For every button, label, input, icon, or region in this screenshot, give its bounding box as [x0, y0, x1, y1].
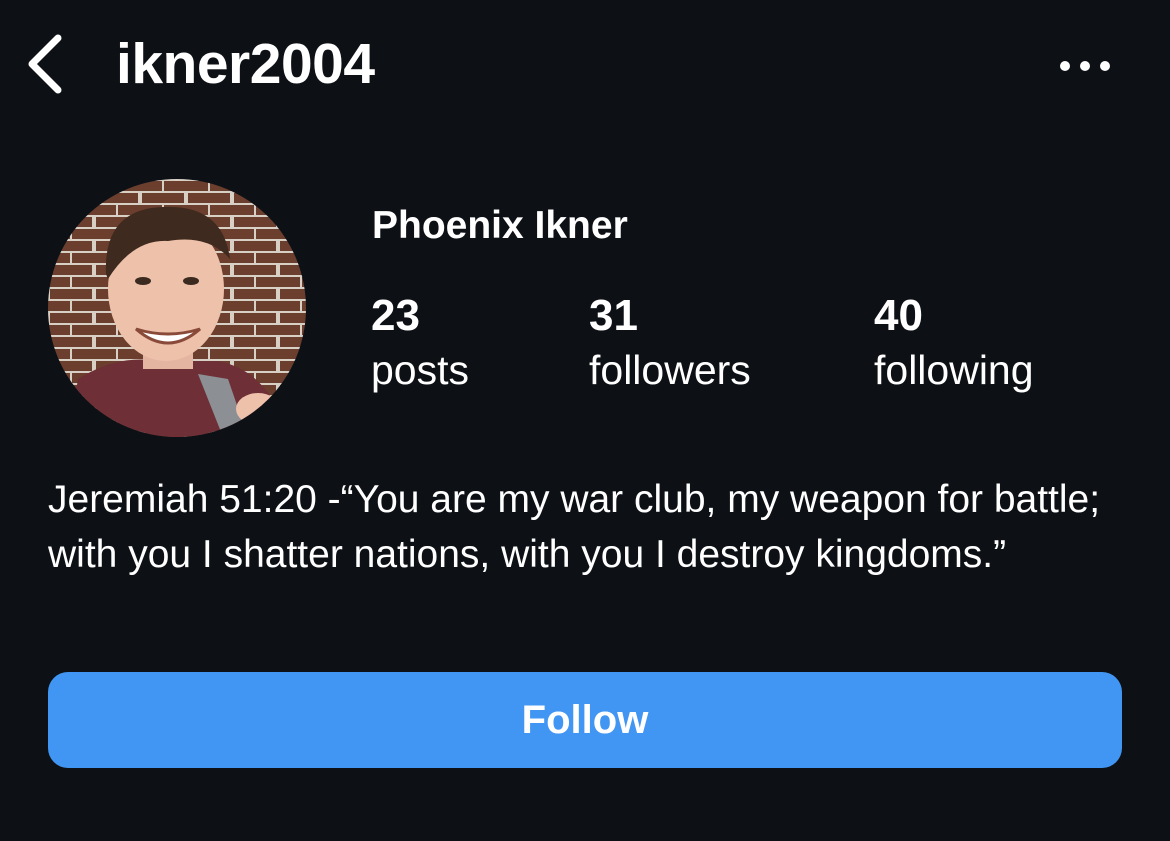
following-count: 40	[874, 291, 923, 340]
posts-count: 23	[371, 291, 420, 340]
followers-count: 31	[589, 291, 638, 340]
following-stat[interactable]: 40 following	[874, 290, 1034, 396]
profile-bio: Jeremiah 51:20 -“You are my war club, my…	[48, 478, 1101, 576]
more-options-button[interactable]	[1050, 44, 1120, 88]
profile-username: ikner2004	[116, 32, 375, 96]
display-name: Phoenix Ikner	[372, 204, 628, 247]
more-horizontal-icon	[1060, 61, 1110, 71]
follow-button[interactable]: Follow	[48, 672, 1122, 768]
back-button[interactable]	[22, 30, 74, 98]
posts-stat[interactable]: 23 posts	[371, 290, 469, 396]
posts-label: posts	[371, 347, 469, 393]
followers-label: followers	[589, 347, 751, 393]
profile-photo	[48, 179, 306, 437]
following-label: following	[874, 347, 1034, 393]
chevron-left-icon	[28, 34, 62, 94]
avatar[interactable]	[48, 179, 306, 437]
followers-stat[interactable]: 31 followers	[589, 290, 751, 396]
profile-header: ikner2004	[0, 0, 1170, 130]
